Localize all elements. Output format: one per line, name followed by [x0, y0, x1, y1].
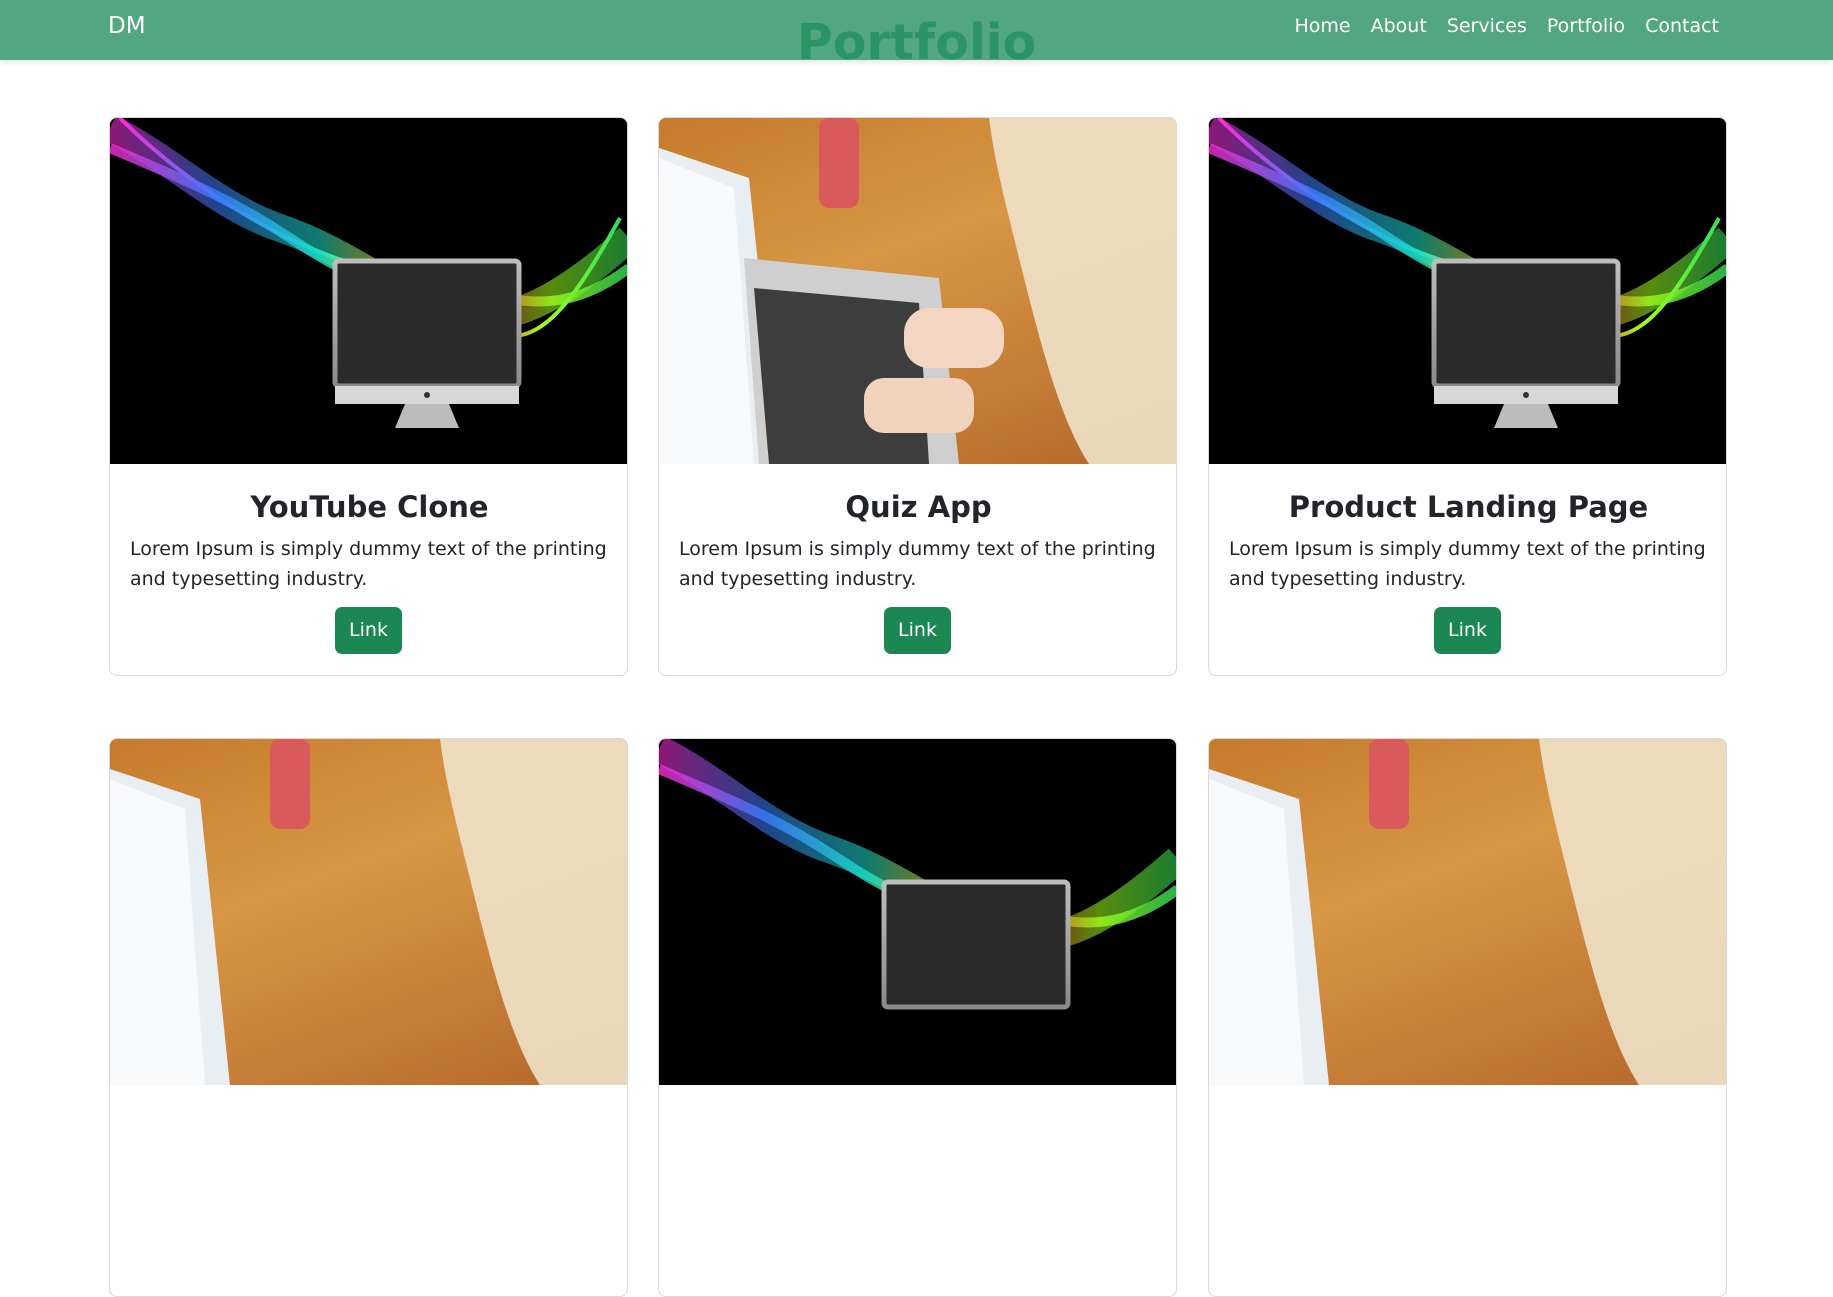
card-image	[659, 118, 1176, 464]
card-text: Lorem Ipsum is simply dummy text of the …	[679, 538, 1156, 590]
card-body: Product Landing Page Lorem Ipsum is simp…	[1209, 464, 1726, 675]
card-link-button[interactable]: Link	[1434, 607, 1501, 654]
card-title: YouTube Clone	[250, 490, 489, 524]
card-text: Lorem Ipsum is simply dummy text of the …	[1229, 538, 1706, 590]
card-image	[110, 118, 627, 464]
portfolio-card: YouTube Clone Lorem Ipsum is simply dumm…	[109, 117, 628, 676]
card-image	[659, 739, 1176, 1085]
card-text: Lorem Ipsum is simply dummy text of the …	[130, 538, 607, 590]
card-body: Quiz App Lorem Ipsum is simply dummy tex…	[659, 464, 1176, 675]
card-image	[1209, 739, 1726, 1085]
portfolio-card	[658, 738, 1177, 1297]
card-title: Quiz App	[845, 490, 992, 524]
card-image	[110, 739, 627, 1085]
card-link-button[interactable]: Link	[884, 607, 951, 654]
portfolio-card: Quiz App Lorem Ipsum is simply dummy tex…	[658, 117, 1177, 676]
page-title: Portfolio	[796, 14, 1037, 71]
card-link-button[interactable]: Link	[335, 607, 402, 654]
portfolio-card: Product Landing Page Lorem Ipsum is simp…	[1208, 117, 1727, 676]
portfolio-card	[109, 738, 628, 1297]
card-image	[1209, 118, 1726, 464]
portfolio-card	[1208, 738, 1727, 1297]
card-title: Product Landing Page	[1288, 490, 1649, 524]
card-body: YouTube Clone Lorem Ipsum is simply dumm…	[110, 464, 627, 675]
